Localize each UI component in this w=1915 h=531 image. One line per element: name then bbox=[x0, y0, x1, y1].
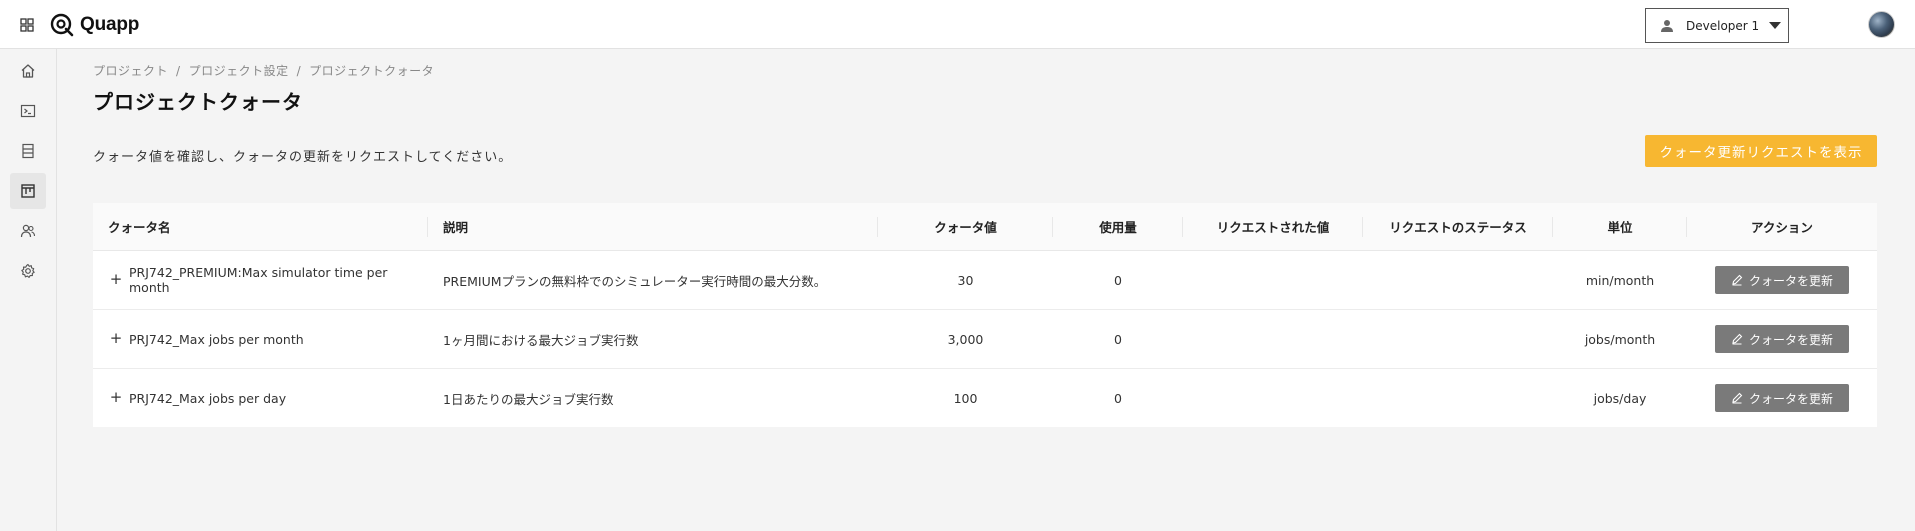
view-quota-requests-button[interactable]: クォータ更新リクエストを表示 bbox=[1645, 135, 1877, 167]
person-icon bbox=[1661, 19, 1673, 32]
column-header-description: 説明 bbox=[428, 203, 878, 250]
quota-description: PREMIUMプランの無料枠でのシミュレーター実行時間の最大分数。 bbox=[443, 273, 827, 289]
expand-icon[interactable]: + bbox=[108, 389, 124, 405]
breadcrumb-project-settings[interactable]: プロジェクト設定 bbox=[189, 64, 289, 78]
quota-name: PRJ742_Max jobs per month bbox=[129, 331, 304, 347]
expand-icon[interactable]: + bbox=[108, 271, 124, 287]
quota-name: PRJ742_PREMIUM:Max simulator time per mo… bbox=[129, 265, 388, 295]
column-header-requested: リクエストされた値 bbox=[1183, 203, 1363, 250]
update-quota-button[interactable]: クォータを更新 bbox=[1715, 266, 1849, 294]
table-row: + PRJ742_PREMIUM:Max simulator time per … bbox=[93, 251, 1877, 310]
quota-usage: 0 bbox=[1114, 390, 1122, 406]
table-row: + PRJ742_Max jobs per day 1日あたりの最大ジョブ実行数… bbox=[93, 369, 1877, 427]
home-icon bbox=[21, 64, 35, 78]
column-header-quota: クォータ値 bbox=[878, 203, 1053, 250]
quota-status bbox=[1363, 251, 1553, 309]
logo-text: Quapp bbox=[80, 14, 140, 35]
breadcrumb-project[interactable]: プロジェクト bbox=[93, 64, 168, 78]
page-title: プロジェクトクォータ bbox=[93, 90, 303, 114]
breadcrumb: プロジェクト / プロジェクト設定 / プロジェクトクォータ bbox=[93, 62, 434, 79]
quota-table: クォータ名 説明 クォータ値 使用量 リクエストされた値 リクエストのステータス… bbox=[93, 203, 1877, 427]
quota-usage: 0 bbox=[1114, 331, 1122, 347]
sidebar-item-members[interactable] bbox=[10, 213, 46, 249]
quota-description: 1ヶ月間における最大ジョブ実行数 bbox=[443, 332, 639, 348]
breadcrumb-separator: / bbox=[176, 64, 181, 78]
user-name: Developer 1 bbox=[1686, 18, 1760, 33]
top-bar: Quapp Developer 1 bbox=[0, 0, 1915, 49]
page-description: クォータ値を確認し、クォータの更新をリクエストしてください。 bbox=[93, 150, 513, 165]
quota-requested bbox=[1183, 310, 1363, 368]
action-cell: クォータを更新 bbox=[1687, 369, 1877, 427]
sidebar-item-settings[interactable] bbox=[10, 253, 46, 289]
quota-usage: 0 bbox=[1114, 272, 1122, 288]
column-header-usage: 使用量 bbox=[1053, 203, 1183, 250]
column-header-action: アクション bbox=[1751, 220, 1813, 235]
terminal-icon bbox=[20, 104, 36, 118]
quota-requested bbox=[1183, 251, 1363, 309]
column-header-unit: 単位 bbox=[1553, 203, 1687, 250]
column-header-status: リクエストのステータス bbox=[1363, 203, 1553, 250]
quota-unit: jobs/day bbox=[1593, 390, 1647, 406]
board-icon bbox=[21, 184, 35, 198]
sidebar-item-home[interactable] bbox=[10, 53, 46, 89]
apps-grid-icon[interactable] bbox=[20, 18, 34, 32]
breadcrumb-project-quota: プロジェクトクォータ bbox=[309, 64, 435, 78]
chevron-down-icon bbox=[1769, 22, 1782, 29]
pencil-icon bbox=[1732, 274, 1743, 286]
action-cell: クォータを更新 bbox=[1687, 251, 1877, 309]
quota-unit: min/month bbox=[1585, 272, 1655, 288]
pencil-icon bbox=[1732, 392, 1743, 404]
quapp-logo-icon bbox=[50, 13, 74, 37]
quota-description: 1日あたりの最大ジョブ実行数 bbox=[443, 391, 614, 407]
quota-status bbox=[1363, 369, 1553, 427]
storage-icon bbox=[22, 143, 34, 159]
gear-icon bbox=[21, 263, 35, 278]
users-icon bbox=[20, 224, 36, 238]
sidebar bbox=[0, 49, 57, 531]
quota-status bbox=[1363, 310, 1553, 368]
quota-value: 100 bbox=[953, 390, 978, 406]
update-quota-button[interactable]: クォータを更新 bbox=[1715, 384, 1849, 412]
update-quota-button[interactable]: クォータを更新 bbox=[1715, 325, 1849, 353]
app-logo[interactable]: Quapp bbox=[50, 13, 139, 37]
quota-requested bbox=[1183, 369, 1363, 427]
quota-value: 30 bbox=[957, 272, 974, 288]
avatar[interactable] bbox=[1868, 11, 1895, 38]
sidebar-item-project[interactable] bbox=[10, 173, 46, 209]
table-row: + PRJ742_Max jobs per month 1ヶ月間における最大ジョ… bbox=[93, 310, 1877, 369]
quota-unit: jobs/month bbox=[1584, 331, 1656, 347]
action-cell: クォータを更新 bbox=[1687, 310, 1877, 368]
breadcrumb-separator: / bbox=[296, 64, 302, 78]
pencil-icon bbox=[1732, 333, 1743, 345]
expand-icon[interactable]: + bbox=[108, 330, 124, 346]
quota-value: 3,000 bbox=[947, 331, 984, 347]
sidebar-item-terminal[interactable] bbox=[10, 93, 46, 129]
sidebar-item-storage[interactable] bbox=[10, 133, 46, 169]
user-dropdown[interactable]: Developer 1 bbox=[1645, 8, 1789, 43]
table-header: クォータ名 説明 クォータ値 使用量 リクエストされた値 リクエストのステータス… bbox=[93, 203, 1877, 251]
quota-name: PRJ742_Max jobs per day bbox=[129, 390, 287, 406]
column-header-name: クォータ名 bbox=[93, 203, 428, 250]
